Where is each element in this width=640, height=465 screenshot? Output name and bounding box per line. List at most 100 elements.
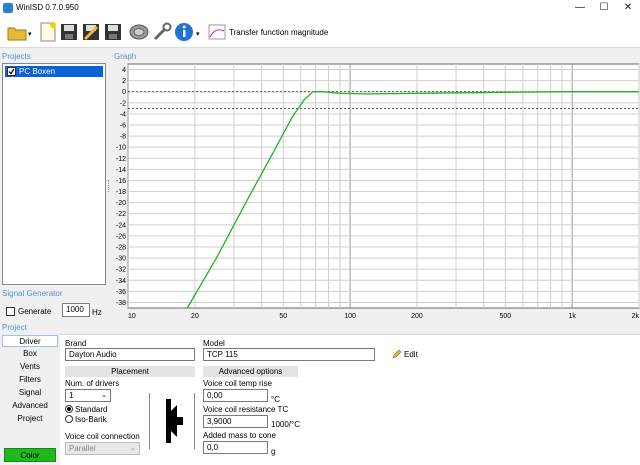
y-tick-label: -20 bbox=[116, 200, 126, 207]
num-drivers-select[interactable]: 1 ⌄ bbox=[65, 389, 111, 402]
brand-label: Brand bbox=[65, 339, 87, 348]
vc-connection-select[interactable]: Parallel ⌄ bbox=[65, 442, 140, 455]
close-icon[interactable]: ✕ bbox=[616, 0, 640, 16]
vc-temp-unit: °C bbox=[271, 395, 280, 404]
isobarik-radio[interactable] bbox=[65, 415, 73, 423]
tab-project[interactable]: Project bbox=[2, 413, 58, 425]
y-tick-label: 4 bbox=[122, 67, 126, 74]
added-mass-label: Added mass to cone bbox=[203, 431, 276, 440]
y-tick-label: -4 bbox=[120, 111, 126, 118]
graph-type-selector[interactable]: Transfer function magnitude bbox=[229, 28, 328, 37]
x-tick-label: 1k bbox=[568, 313, 576, 319]
y-tick-label: -6 bbox=[120, 123, 126, 130]
num-drivers-label: Num. of drivers bbox=[65, 379, 120, 388]
y-tick-label: -34 bbox=[116, 278, 126, 285]
model-label: Model bbox=[203, 339, 225, 348]
speaker-diagram bbox=[149, 393, 195, 449]
y-tick-label: -38 bbox=[116, 300, 126, 307]
tab-signal[interactable]: Signal bbox=[2, 387, 58, 399]
graph-canvas[interactable]: 420-2-4-6-8-10-12-14-16-18-20-22-24-26-2… bbox=[114, 63, 640, 319]
save-all-icon[interactable] bbox=[103, 21, 123, 43]
driver-icon[interactable] bbox=[128, 21, 149, 43]
project-checkbox[interactable] bbox=[7, 67, 16, 76]
added-mass-input[interactable]: 0,0 bbox=[203, 441, 268, 454]
tab-box[interactable]: Box bbox=[2, 348, 58, 360]
speaker-icon bbox=[166, 399, 183, 443]
info-icon[interactable] bbox=[174, 21, 194, 43]
splitter-handle[interactable] bbox=[108, 180, 111, 192]
pencil-icon bbox=[392, 349, 402, 359]
standard-label: Standard bbox=[75, 405, 108, 414]
x-tick-label: 50 bbox=[279, 313, 287, 319]
y-tick-label: -16 bbox=[116, 178, 126, 185]
y-tick-label: -28 bbox=[116, 245, 126, 252]
tab-advanced[interactable]: Advanced bbox=[2, 400, 58, 412]
y-tick-label: -32 bbox=[116, 267, 126, 274]
tools-icon[interactable] bbox=[151, 21, 172, 43]
vc-temp-label: Voice coil temp rise bbox=[203, 379, 272, 388]
project-item[interactable]: PC Boxen bbox=[5, 66, 103, 77]
x-tick-label: 200 bbox=[411, 313, 423, 319]
vc-connection-value: Parallel bbox=[69, 444, 96, 453]
generate-label: Generate bbox=[18, 307, 52, 316]
tab-driver[interactable]: Driver bbox=[2, 335, 58, 347]
projects-header: Projects bbox=[2, 52, 31, 61]
toolbar: ▾ ▾ Transfer function magnitude bbox=[0, 16, 640, 48]
save-icon[interactable] bbox=[59, 21, 79, 43]
tab-vents[interactable]: Vents bbox=[2, 361, 58, 373]
y-tick-label: -8 bbox=[120, 134, 126, 141]
minimize-icon[interactable]: — bbox=[568, 0, 592, 16]
generate-checkbox[interactable] bbox=[6, 307, 15, 316]
x-tick-label: 20 bbox=[191, 313, 199, 319]
vc-resistance-label: Voice coil resistance TC bbox=[203, 405, 289, 414]
graph-header: Graph bbox=[114, 52, 137, 61]
y-tick-label: -10 bbox=[116, 145, 126, 152]
y-tick-label: -12 bbox=[116, 156, 126, 163]
graph-panel: 4 2 0 -2 -4 -6 -8 -10 -12 -14 -16 -18 -20 -22 -24 -26 -2… bbox=[114, 63, 640, 319]
save-as-icon[interactable] bbox=[81, 21, 101, 43]
x-tick-label: 10 bbox=[128, 313, 136, 319]
project-label: PC Boxen bbox=[19, 67, 56, 76]
advanced-options-header: Advanced options bbox=[203, 366, 298, 377]
y-tick-label: -36 bbox=[116, 289, 126, 296]
new-project-icon[interactable] bbox=[38, 21, 58, 43]
chevron-down-icon: ⌄ bbox=[101, 392, 107, 399]
color-button[interactable]: Color bbox=[4, 448, 56, 462]
added-mass-unit: g bbox=[271, 447, 276, 456]
y-tick-label: 2 bbox=[122, 78, 126, 85]
projects-list: PC Boxen bbox=[2, 63, 106, 285]
info-dropdown-icon[interactable]: ▾ bbox=[196, 30, 200, 38]
frequency-unit: Hz bbox=[92, 308, 102, 317]
y-tick-label: -30 bbox=[116, 256, 126, 263]
num-drivers-value: 1 bbox=[69, 391, 74, 400]
window-title: WinISD 0.7.0.950 bbox=[16, 3, 79, 12]
frequency-input[interactable]: 1000 bbox=[62, 303, 90, 317]
maximize-icon[interactable]: ☐ bbox=[592, 0, 616, 16]
x-tick-label: 500 bbox=[499, 313, 511, 319]
vc-temp-input[interactable]: 0,00 bbox=[203, 389, 268, 402]
y-tick-label: -22 bbox=[116, 211, 126, 218]
title-bar: WinISD 0.7.0.950 — ☐ ✕ bbox=[0, 0, 640, 16]
app-icon bbox=[3, 3, 13, 13]
y-tick-label: -24 bbox=[116, 222, 126, 229]
vc-connection-label: Voice coil connection bbox=[65, 432, 140, 441]
y-tick-label: -26 bbox=[116, 233, 126, 240]
y-tick-label: -18 bbox=[116, 189, 126, 196]
y-tick-label: 0 bbox=[122, 89, 126, 96]
vc-resistance-unit: 1000/°C bbox=[271, 420, 300, 429]
x-tick-label: 2k bbox=[632, 313, 640, 319]
standard-radio[interactable] bbox=[65, 405, 73, 413]
model-field[interactable]: TCP 115 bbox=[203, 348, 375, 361]
signal-generator-header: Signal Generator bbox=[2, 289, 63, 298]
open-dropdown-icon[interactable]: ▾ bbox=[28, 30, 32, 38]
project-header: Project bbox=[2, 323, 27, 332]
x-tick-label: 100 bbox=[344, 313, 356, 319]
brand-field[interactable]: Dayton Audio bbox=[65, 348, 195, 361]
tab-filters[interactable]: Filters bbox=[2, 374, 58, 386]
vc-resistance-input[interactable]: 3,9000 bbox=[203, 415, 268, 428]
y-tick-label: -14 bbox=[116, 167, 126, 174]
y-tick-label: -2 bbox=[120, 100, 126, 107]
graph-icon[interactable] bbox=[207, 21, 227, 43]
chevron-down-icon: ⌄ bbox=[130, 445, 136, 452]
open-folder-icon[interactable] bbox=[6, 21, 27, 43]
